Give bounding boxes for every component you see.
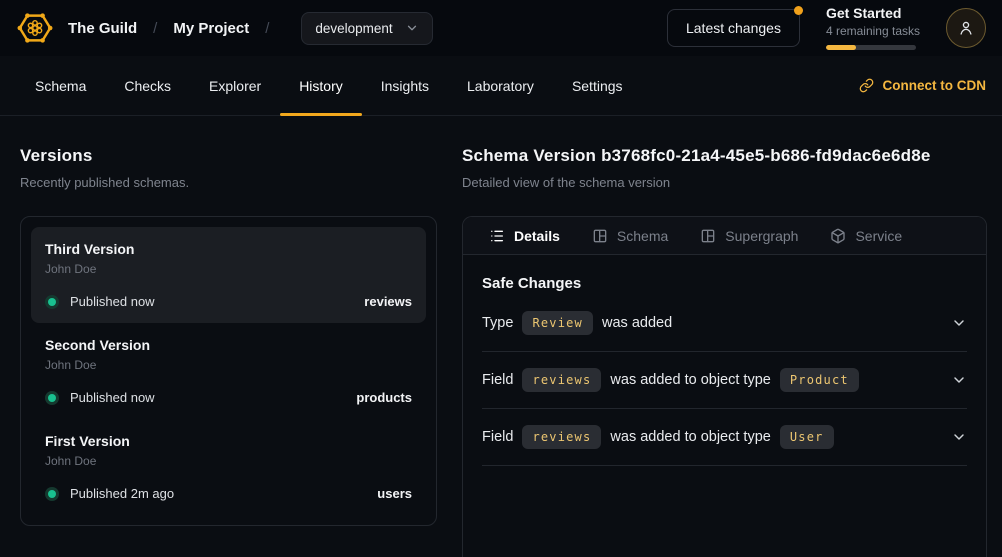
version-meta-row: Published now products: [45, 390, 412, 405]
user-avatar[interactable]: [946, 8, 986, 48]
version-service: reviews: [364, 294, 412, 309]
tab-details[interactable]: Details: [473, 217, 576, 254]
main-nav: Schema Checks Explorer History Insights …: [0, 56, 1002, 116]
person-icon: [957, 19, 975, 37]
get-started-progress-fill: [826, 45, 856, 50]
latest-changes-label: Latest changes: [686, 20, 781, 36]
breadcrumb-org[interactable]: The Guild: [68, 20, 137, 37]
change-description: Field reviews was added to object type U…: [482, 425, 834, 449]
change-code-chip: Review: [522, 311, 593, 335]
version-status: Published 2m ago: [70, 486, 174, 501]
versions-title: Versions: [20, 146, 437, 166]
breadcrumb-project[interactable]: My Project: [173, 20, 249, 37]
tab-schema-label: Schema: [617, 228, 668, 244]
chevron-down-icon: [405, 21, 419, 35]
change-prefix: Field: [482, 429, 513, 445]
change-prefix: Field: [482, 372, 513, 388]
safe-changes-title: Safe Changes: [482, 275, 967, 292]
version-item-second[interactable]: Second Version John Doe Published now pr…: [31, 323, 426, 419]
get-started-widget[interactable]: Get Started 4 remaining tasks: [826, 6, 920, 50]
published-status-dot: [48, 490, 56, 498]
version-item-third[interactable]: Third Version John Doe Published now rev…: [31, 227, 426, 323]
tab-explorer[interactable]: Explorer: [190, 56, 280, 115]
versions-subtitle: Recently published schemas.: [20, 175, 437, 190]
expand-chevron-icon[interactable]: [951, 372, 967, 388]
tab-service-label: Service: [855, 228, 902, 244]
version-meta-row: Published now reviews: [45, 294, 412, 309]
change-code-chip: reviews: [522, 425, 601, 449]
change-row-type-review[interactable]: Type Review was added: [482, 295, 967, 352]
tab-insights[interactable]: Insights: [362, 56, 448, 115]
change-type-chip: Product: [780, 368, 859, 392]
version-author: John Doe: [45, 262, 412, 276]
detail-tabbar: Details Schema Supergr: [463, 217, 986, 255]
schema-version-panel: Details Schema Supergr: [462, 216, 987, 557]
change-type-chip: User: [780, 425, 834, 449]
list-icon: [489, 228, 505, 244]
change-text-middle: was added to object type: [610, 372, 770, 388]
version-author: John Doe: [45, 358, 412, 372]
published-status-dot: [48, 298, 56, 306]
get-started-progressbar: [826, 45, 916, 50]
target-select-dropdown[interactable]: development: [301, 12, 432, 45]
change-text-middle: was added to object type: [610, 429, 770, 445]
notification-dot: [794, 6, 803, 15]
change-row-field-user[interactable]: Field reviews was added to object type U…: [482, 409, 967, 466]
schema-version-section: Schema Version b3768fc0-21a4-45e5-b686-f…: [462, 146, 987, 556]
expand-chevron-icon[interactable]: [951, 315, 967, 331]
tab-supergraph-label: Supergraph: [725, 228, 798, 244]
version-name: Third Version: [45, 241, 412, 257]
hive-logo-icon[interactable]: [16, 9, 54, 47]
version-name: Second Version: [45, 337, 412, 353]
breadcrumb-separator: /: [153, 20, 157, 37]
link-icon: [859, 78, 874, 93]
version-status: Published now: [70, 390, 155, 405]
latest-changes-button[interactable]: Latest changes: [667, 9, 800, 47]
connect-to-cdn-label: Connect to CDN: [883, 78, 987, 93]
get-started-title: Get Started: [826, 6, 920, 20]
change-text-suffix: was added: [602, 315, 672, 331]
change-description: Type Review was added: [482, 311, 672, 335]
main-content: Versions Recently published schemas. Thi…: [0, 116, 1002, 556]
columns-icon: [700, 228, 716, 244]
schema-version-subtitle: Detailed view of the schema version: [462, 175, 987, 190]
version-service: products: [356, 390, 412, 405]
version-item-first[interactable]: First Version John Doe Published 2m ago …: [31, 419, 426, 515]
change-prefix: Type: [482, 315, 513, 331]
connect-to-cdn-link[interactable]: Connect to CDN: [859, 78, 987, 93]
top-bar-actions: Latest changes Get Started 4 remaining t…: [667, 6, 986, 50]
get-started-subtitle: 4 remaining tasks: [826, 25, 920, 37]
change-description: Field reviews was added to object type P…: [482, 368, 859, 392]
tab-details-label: Details: [514, 228, 560, 244]
version-meta-row: Published 2m ago users: [45, 486, 412, 501]
tab-settings[interactable]: Settings: [553, 56, 642, 115]
versions-list: Third Version John Doe Published now rev…: [20, 216, 437, 526]
tab-laboratory[interactable]: Laboratory: [448, 56, 553, 115]
tab-schema-detail[interactable]: Schema: [576, 217, 684, 254]
columns-icon: [592, 228, 608, 244]
versions-section: Versions Recently published schemas. Thi…: [20, 146, 437, 556]
version-name: First Version: [45, 433, 412, 449]
tab-checks[interactable]: Checks: [105, 56, 190, 115]
schema-version-title: Schema Version b3768fc0-21a4-45e5-b686-f…: [462, 146, 987, 166]
tab-supergraph[interactable]: Supergraph: [684, 217, 814, 254]
cube-icon: [830, 228, 846, 244]
top-bar: The Guild / My Project / development Lat…: [0, 0, 1002, 56]
tab-service[interactable]: Service: [814, 217, 918, 254]
breadcrumb-separator: /: [265, 20, 269, 37]
version-status: Published now: [70, 294, 155, 309]
version-service: users: [377, 486, 412, 501]
change-row-field-product[interactable]: Field reviews was added to object type P…: [482, 352, 967, 409]
target-select-value: development: [315, 21, 392, 36]
version-author: John Doe: [45, 454, 412, 468]
published-status-dot: [48, 394, 56, 402]
expand-chevron-icon[interactable]: [951, 429, 967, 445]
tab-schema[interactable]: Schema: [16, 56, 105, 115]
breadcrumb: The Guild / My Project / development: [16, 9, 433, 47]
detail-panel-body: Safe Changes Type Review was added Field…: [463, 275, 986, 466]
tab-history[interactable]: History: [280, 56, 362, 115]
change-code-chip: reviews: [522, 368, 601, 392]
